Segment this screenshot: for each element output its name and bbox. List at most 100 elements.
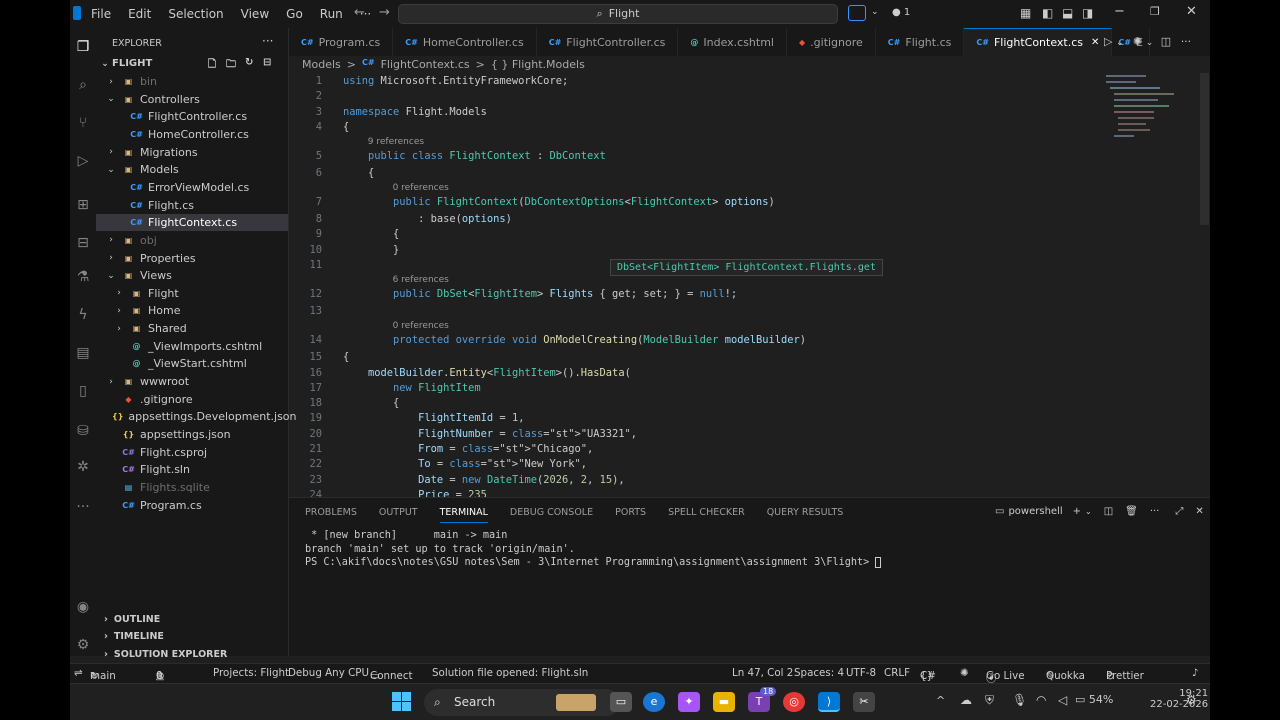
code-line[interactable]: namespace Flight.Models	[343, 106, 487, 118]
more-actions-icon[interactable]: ···	[1181, 35, 1192, 48]
copilot-status-icon[interactable]: ✺	[960, 667, 969, 679]
code-line[interactable]: FlightNumber = class="st">"UA3321",	[343, 428, 637, 440]
menu-item[interactable]: Edit	[128, 7, 151, 21]
toggle-sidebar-icon[interactable]: ◧	[1042, 6, 1053, 20]
copilot-icon[interactable]	[848, 5, 866, 21]
source-control-icon[interactable]: ⑂	[74, 114, 92, 132]
breadcrumb-namespace[interactable]: { } Flight.Models	[491, 58, 585, 71]
tree-item[interactable]: › ▣ Home	[96, 302, 288, 319]
refresh-icon[interactable]: ↻	[245, 57, 253, 68]
tree-item[interactable]: ▤ Flights.sqlite	[96, 479, 288, 496]
eol-status[interactable]: CRLF	[884, 667, 910, 679]
wifi-icon[interactable]: ◠	[1036, 693, 1046, 707]
search-icon[interactable]: ⌕	[74, 76, 92, 94]
tree-item[interactable]: C# FlightContext.cs	[96, 214, 288, 232]
menu-item[interactable]: Go	[286, 7, 303, 21]
indentation-status[interactable]: Spaces: 4	[794, 667, 844, 679]
breadcrumb-models[interactable]: Models	[302, 58, 341, 71]
split-terminal-icon[interactable]: ◫	[1104, 506, 1113, 517]
tree-item[interactable]: ⌄ ▣ Controllers	[96, 91, 288, 108]
collapse-all-icon[interactable]: ⊟	[263, 57, 271, 68]
code-line[interactable]: using Microsoft.EntityFrameworkCore;	[343, 75, 568, 87]
chevron-down-icon[interactable]: ⌄	[1085, 507, 1092, 516]
code-editor[interactable]: 1 using Microsoft.EntityFrameworkCore; 2 3 n…	[289, 73, 1199, 497]
more-actions-icon[interactable]: ···	[1150, 506, 1160, 517]
code-line[interactable]: To = class="st">"New York",	[343, 458, 587, 470]
editor-tab[interactable]: C# Program.cs	[289, 28, 394, 56]
tree-item[interactable]: C# HomeController.cs	[96, 126, 288, 143]
code-line[interactable]: {	[343, 228, 399, 240]
restore-icon[interactable]: ❐	[1150, 5, 1160, 18]
tree-item[interactable]: › ▣ Properties	[96, 250, 288, 267]
new-file-icon[interactable]: 🗋	[208, 57, 216, 74]
kill-terminal-icon[interactable]: 🗑	[1125, 506, 1138, 517]
tree-item[interactable]: ⌄ ▣ Views	[96, 267, 288, 284]
panel-tab[interactable]: TERMINAL	[439, 507, 488, 523]
microphone-icon[interactable]: 🎙	[1012, 693, 1027, 707]
code-line[interactable]: Date = new DateTime(2026, 2, 15),	[343, 474, 625, 486]
panel-tab[interactable]: SPELL CHECKER	[668, 507, 745, 523]
tree-item[interactable]: @ _ViewImports.cshtml	[96, 338, 288, 355]
vscode-taskbar-icon[interactable]: ⟩	[818, 692, 840, 712]
explorer-icon[interactable]: ❐	[74, 38, 92, 56]
docker-icon[interactable]: ▤	[74, 344, 92, 362]
tree-item[interactable]: C# Program.cs	[96, 497, 288, 514]
terminal-shell-label[interactable]: powershell	[1008, 506, 1062, 517]
codelens-references[interactable]: 0 references	[393, 321, 449, 331]
code-line[interactable]: }	[343, 244, 399, 256]
menu-item[interactable]: Selection	[168, 7, 223, 21]
forward-arrow-icon[interactable]: →	[379, 5, 390, 20]
tree-item[interactable]: › ▣ bin	[96, 73, 288, 90]
database-icon[interactable]: ⛁	[74, 422, 92, 440]
solution-status[interactable]: Solution file opened: Flight.sln	[432, 667, 588, 679]
terminal-output[interactable]: * [new branch] main -> main branch 'main'…	[305, 529, 882, 570]
code-line[interactable]: public class FlightContext : DbContext	[343, 150, 606, 162]
onedrive-icon[interactable]: ☁	[960, 693, 972, 707]
tree-item[interactable]: C# Flight.csproj	[96, 444, 288, 461]
close-window-icon[interactable]: ✕	[1186, 4, 1197, 19]
solution-explorer-section[interactable]: › SOLUTION EXPLORER	[96, 649, 286, 660]
editor-tab[interactable]: C# FlightController.cs	[537, 28, 679, 56]
windows-start-icon[interactable]	[392, 692, 412, 712]
settings-gear-icon[interactable]: ⚙	[1186, 693, 1197, 707]
tree-item[interactable]: C# FlightController.cs	[96, 108, 288, 125]
menu-item[interactable]: File	[91, 7, 111, 21]
run-icon[interactable]: ▷	[1104, 35, 1112, 48]
explorer-root-header[interactable]: ⌄ FLIGHT 🗋 🗀 ↻ ⊟	[100, 57, 288, 70]
code-line[interactable]: {	[343, 167, 374, 179]
toggle-panel-icon[interactable]: ⬓	[1062, 6, 1073, 20]
tree-item[interactable]: › ▣ Migrations	[96, 144, 288, 161]
editor-tab[interactable]: C# Flight.cs	[876, 28, 965, 56]
panel-tab[interactable]: DEBUG CONSOLE	[510, 507, 593, 523]
cursor-position[interactable]: Ln 47, Col 2	[732, 667, 793, 679]
testing-icon[interactable]: ⚗	[74, 268, 92, 286]
code-line[interactable]: public FlightContext(DbContextOptions<Fl…	[343, 196, 775, 208]
debug-config-status[interactable]: Debug Any CPU	[288, 667, 369, 679]
edge-browser-icon[interactable]: e	[643, 692, 665, 712]
code-line[interactable]: : base(options)	[343, 213, 512, 225]
chevron-up-icon[interactable]: ^	[936, 694, 945, 707]
code-line[interactable]: new FlightItem	[343, 382, 481, 394]
maximize-panel-icon[interactable]: ⤢	[1175, 506, 1183, 517]
editor-tab[interactable]: @ Index.cshtml	[678, 28, 787, 56]
code-line[interactable]: {	[343, 397, 399, 409]
copilot-app-icon[interactable]: ✦	[678, 692, 700, 712]
editor-tab[interactable]: C# FlightContext.cs ✕	[964, 28, 1113, 56]
toggle-secondary-sidebar-icon[interactable]: ◨	[1082, 6, 1093, 20]
run-debug-icon[interactable]: ▷	[74, 152, 92, 170]
remote-indicator-icon[interactable]: ⇌	[74, 667, 83, 679]
account-icon[interactable]: ◉	[74, 598, 92, 616]
panel-tab[interactable]: PORTS	[615, 507, 646, 523]
code-line[interactable]: {	[343, 351, 349, 363]
tree-item[interactable]: ◆ .gitignore	[96, 391, 288, 408]
close-panel-icon[interactable]: ✕	[1195, 506, 1203, 517]
code-line[interactable]: FlightItemId = 1,	[343, 412, 524, 424]
new-folder-icon[interactable]: 🗀	[226, 57, 236, 74]
timeline-section[interactable]: › TIMELINE	[96, 631, 286, 642]
chrome-icon[interactable]: ◎	[783, 692, 805, 712]
more-icon[interactable]: ···	[74, 498, 92, 516]
chevron-down-icon[interactable]: ⌄	[1116, 38, 1124, 48]
code-line[interactable]: protected override void OnModelCreating(…	[343, 334, 806, 346]
editor-scrollbar[interactable]	[1199, 73, 1210, 497]
tree-item[interactable]: {} appsettings.json	[96, 426, 288, 443]
